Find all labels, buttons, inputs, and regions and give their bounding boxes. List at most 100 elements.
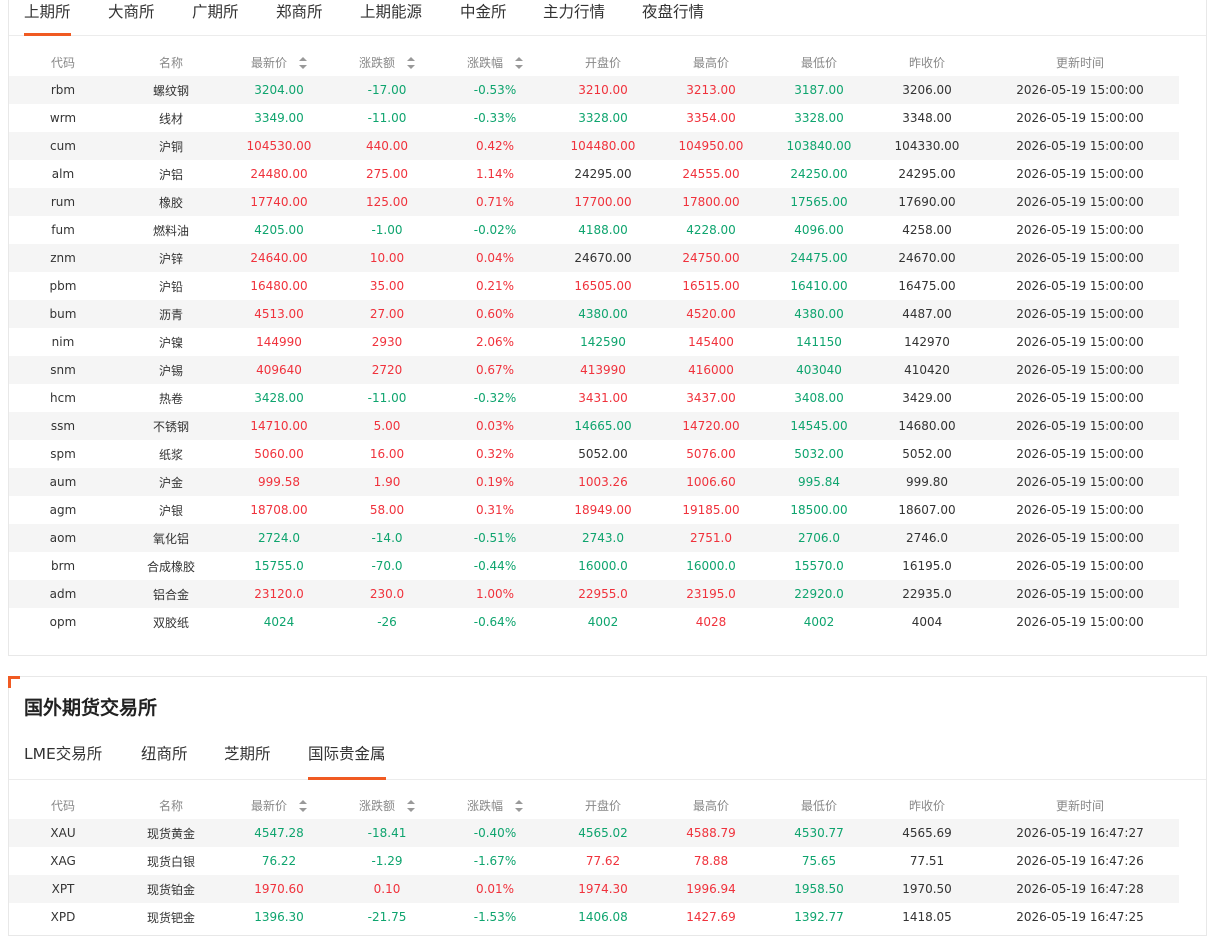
table-row[interactable]: ssm 不锈钢 14710.00 5.00 0.03% 14665.00 14720.00 1…: [9, 412, 1179, 440]
cell-low: 4380.00: [765, 300, 873, 328]
cell-code: ssm: [9, 412, 117, 440]
cell-open: 4565.02: [549, 819, 657, 847]
table-row[interactable]: hcm 热卷 3428.00 -11.00 -0.32% 3431.00 3437.00 34…: [9, 384, 1179, 412]
cell-last-price: 1970.60: [225, 875, 333, 903]
table-row[interactable]: XPT 现货铂金 1970.60 0.10 0.01% 1974.30 1996.94 195…: [9, 875, 1179, 903]
table-row[interactable]: XAG 现货白银 76.22 -1.29 -1.67% 77.62 78.88 75.65 77…: [9, 847, 1179, 875]
cell-open: 17700.00: [549, 188, 657, 216]
table-row[interactable]: alm 沪铝 24480.00 275.00 1.14% 24295.00 24555.00…: [9, 160, 1179, 188]
col-prev-close: 昨收价: [908, 798, 945, 813]
cell-change-pct: 0.04%: [441, 244, 549, 272]
cell-name: 合成橡胶: [146, 559, 195, 574]
foreign-futures-panel: 国外期货交易所 LME交易所 纽商所 芝期所 国际贵金属 代码 名称 最新价 涨…: [8, 676, 1207, 936]
col-last-price[interactable]: 最新价: [225, 48, 333, 76]
cell-low: 3408.00: [794, 391, 844, 405]
cell-last-price: 15755.0: [254, 559, 304, 573]
cell-low: 4002: [803, 615, 835, 629]
table-row[interactable]: bum 沥青 4513.00 27.00 0.60% 4380.00 4520.00 4380…: [9, 300, 1179, 328]
cell-open: 14665.00: [549, 412, 657, 440]
col-low: 最低价: [800, 55, 837, 70]
table-row[interactable]: rum 橡胶 17740.00 125.00 0.71% 17700.00 17800.00…: [9, 188, 1179, 216]
sort-arrows-icon[interactable]: [515, 799, 523, 812]
cell-code: aom: [9, 524, 117, 552]
cell-low: 22920.0: [765, 580, 873, 608]
table-row[interactable]: agm 沪银 18708.00 58.00 0.31% 18949.00 19185.00 1…: [9, 496, 1179, 524]
table-row[interactable]: fum 燃料油 4205.00 -1.00 -0.02% 4188.00 4228.00 40…: [9, 216, 1179, 244]
cell-last-price: 3204.00: [225, 76, 333, 104]
cell-change-pct: -0.33%: [473, 111, 517, 125]
cell-prev-close: 2746.0: [873, 524, 981, 552]
cell-low: 14545.00: [765, 412, 873, 440]
table-row[interactable]: opm 双胶纸 4024 -26 -0.64% 4002 4028 4002 4004 2026-…: [9, 608, 1179, 636]
col-code: 代码: [50, 798, 75, 813]
cell-open: 4188.00: [578, 223, 628, 237]
tab-ine[interactable]: 上期能源: [360, 0, 422, 35]
cell-change-pct: -0.02%: [473, 223, 517, 237]
col-change[interactable]: 涨跌额: [333, 48, 441, 76]
col-change-pct[interactable]: 涨跌幅: [441, 48, 549, 76]
domestic-quotes-table: 代码 名称 最新价 涨跌额 涨跌幅 开盘价 最高价 最低价 昨收价 更新时间 r…: [9, 48, 1179, 636]
tab-nymex[interactable]: 纽商所: [141, 743, 188, 779]
cell-prev-close: 14680.00: [873, 412, 981, 440]
table-row[interactable]: pbm 沪铅 16480.00 35.00 0.21% 16505.00 16515.00 1…: [9, 272, 1179, 300]
cell-code: XAG: [50, 854, 76, 868]
table-row[interactable]: adm 铝合金 23120.0 230.0 1.00% 22955.0 23195.0 229…: [9, 580, 1179, 608]
tab-lme[interactable]: LME交易所: [24, 743, 102, 779]
cell-high: 24555.00: [682, 167, 740, 181]
cell-change: 125.00: [333, 188, 441, 216]
sort-arrows-icon[interactable]: [515, 56, 523, 69]
tab-dce[interactable]: 大商所: [108, 0, 155, 35]
table-row[interactable]: snm 沪锡 409640 2720 0.67% 413990 416000 403040 41…: [9, 356, 1179, 384]
table-row[interactable]: wrm 线材 3349.00 -11.00 -0.33% 3328.00 3354.00 33…: [9, 104, 1179, 132]
foreign-quotes-table: 代码 名称 最新价 涨跌额 涨跌幅 开盘价 最高价 最低价 昨收价 更新时间 X…: [9, 791, 1179, 931]
cell-low: 24475.00: [765, 244, 873, 272]
tab-shfe[interactable]: 上期所: [24, 0, 71, 36]
table-row[interactable]: aom 氧化铝 2724.0 -14.0 -0.51% 2743.0 2751.0 2706.…: [9, 524, 1179, 552]
col-last-price[interactable]: 最新价: [225, 791, 333, 819]
table-row[interactable]: XAU 现货黄金 4547.28 -18.41 -0.40% 4565.02 4588.79…: [9, 819, 1179, 847]
cell-name: 氧化铝: [117, 524, 225, 552]
cell-name: 沪锌: [117, 244, 225, 272]
cell-update-time: 2026-05-19 15:00:00: [1016, 391, 1144, 405]
cell-change-pct: 0.21%: [475, 279, 515, 293]
sort-arrows-icon[interactable]: [299, 799, 307, 812]
cell-high: 4228.00: [686, 223, 736, 237]
cell-name: 橡胶: [117, 188, 225, 216]
tab-cbot[interactable]: 芝期所: [224, 743, 271, 779]
table-row[interactable]: znm 沪锌 24640.00 10.00 0.04% 24670.00 24750.00 2…: [9, 244, 1179, 272]
col-change[interactable]: 涨跌额: [333, 791, 441, 819]
tab-gfex[interactable]: 广期所: [192, 0, 239, 35]
cell-prev-close: 4258.00: [902, 223, 952, 237]
table-row[interactable]: rbm 螺纹钢 3204.00 -17.00 -0.53% 3210.00 3213.00 3…: [9, 76, 1179, 104]
cell-last-price: 18708.00: [250, 503, 308, 517]
table-row[interactable]: nim 沪镍 144990 2930 2.06% 142590 145400 141150 14…: [9, 328, 1179, 356]
cell-prev-close: 77.51: [909, 854, 945, 868]
cell-update-time: 2026-05-19 15:00:00: [1016, 335, 1144, 349]
sort-arrows-icon[interactable]: [407, 56, 415, 69]
cell-last-price: 4547.28: [225, 819, 333, 847]
tab-precious-metals[interactable]: 国际贵金属: [308, 743, 386, 780]
cell-name: 线材: [158, 111, 183, 126]
cell-name: 不锈钢: [117, 412, 225, 440]
table-row[interactable]: spm 纸浆 5060.00 16.00 0.32% 5052.00 5076.00 5032…: [9, 440, 1179, 468]
col-prev-close: 昨收价: [908, 55, 945, 70]
tab-czce[interactable]: 郑商所: [276, 0, 323, 35]
cell-name: 沪银: [158, 503, 183, 518]
tab-main-contracts[interactable]: 主力行情: [543, 0, 605, 35]
table-row[interactable]: cum 沪铜 104530.00 440.00 0.42% 104480.00 104950…: [9, 132, 1179, 160]
tab-night-session[interactable]: 夜盘行情: [642, 0, 704, 35]
cell-name: 燃料油: [152, 223, 189, 238]
cell-prev-close: 410420: [873, 356, 981, 384]
sort-arrows-icon[interactable]: [299, 56, 307, 69]
cell-high: 16000.0: [686, 559, 736, 573]
tab-cffex[interactable]: 中金所: [460, 0, 507, 35]
col-change-pct[interactable]: 涨跌幅: [441, 791, 549, 819]
table-row[interactable]: aum 沪金 999.58 1.90 0.19% 1003.26 1006.60 995.84…: [9, 468, 1179, 496]
cell-open: 24295.00: [574, 167, 632, 181]
cell-open: 22955.0: [549, 580, 657, 608]
sort-arrows-icon[interactable]: [407, 799, 415, 812]
table-row[interactable]: brm 合成橡胶 15755.0 -70.0 -0.44% 16000.0 16000.0 1…: [9, 552, 1179, 580]
cell-last-price: 24640.00: [225, 244, 333, 272]
cell-low: 24250.00: [790, 167, 848, 181]
col-update-time: 更新时间: [1055, 55, 1104, 70]
